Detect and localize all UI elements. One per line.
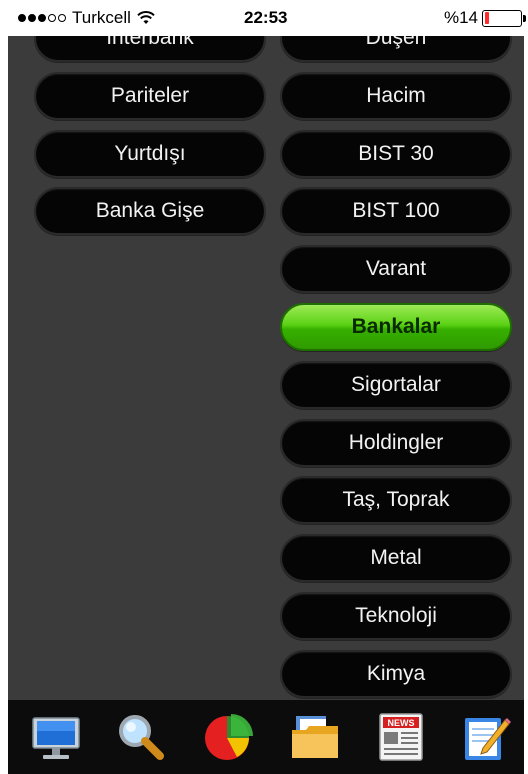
menu-button-label: İnterbank [106, 36, 194, 49]
signal-dot [38, 14, 46, 22]
tab-folder[interactable] [285, 708, 345, 766]
signal-dot [58, 14, 66, 22]
left-menu-button[interactable]: Pariteler [34, 71, 266, 120]
right-menu-button[interactable]: Kimya [280, 649, 512, 698]
right-menu-button[interactable]: Metal [280, 534, 512, 583]
menu-panel[interactable]: İnterbank Pariteler Yurtdışı Banka Gişe Düş… [8, 36, 524, 700]
right-menu-button[interactable]: Hacim [280, 71, 512, 120]
menu-button-label: Teknoloji [355, 604, 437, 627]
signal-dot [28, 14, 36, 22]
signal-dot [48, 14, 56, 22]
tab-bar: NEWS [8, 700, 524, 774]
pie-chart-icon [205, 714, 253, 760]
right-menu-button[interactable]: Varant [280, 245, 512, 294]
menu-button-label: Taş, Toprak [342, 488, 450, 512]
signal-dot [18, 14, 26, 22]
tab-monitor[interactable] [26, 708, 86, 766]
news-label: NEWS [388, 718, 415, 728]
menu-button-label: Pariteler [110, 83, 190, 107]
right-menu-button[interactable]: Sigortalar [280, 360, 512, 409]
menu-button-label: Hacim [366, 83, 426, 107]
tab-pie-chart[interactable] [198, 708, 258, 766]
folder-icon [292, 716, 338, 758]
right-menu-button[interactable]: BIST 30 [280, 129, 512, 178]
status-bar: Turkcell 22:53 %14 [0, 0, 528, 36]
menu-button-label: Kimya [366, 661, 426, 685]
menu-button-label: Yurtdışı [114, 141, 186, 165]
status-right: %14 [443, 8, 526, 28]
battery-tip [523, 14, 526, 22]
menu-button-label: BIST 30 [358, 141, 434, 165]
tab-search[interactable] [111, 708, 171, 766]
left-menu-button[interactable]: Banka Gişe [34, 187, 266, 236]
right-menu-button[interactable]: Düşen [280, 36, 512, 62]
right-menu-button[interactable]: Taş, Toprak [280, 476, 512, 525]
menu-button-label: Bankalar [351, 315, 441, 338]
status-left: Turkcell [18, 8, 155, 28]
monitor-icon [32, 717, 80, 759]
tab-notepad[interactable] [456, 708, 516, 766]
menu-button-label: BIST 100 [352, 199, 440, 223]
news-icon: NEWS [379, 713, 423, 761]
menu-button-label: Holdingler [348, 430, 444, 454]
notepad-icon [465, 718, 511, 760]
tab-news[interactable]: NEWS [371, 708, 431, 766]
battery-fill [484, 12, 490, 24]
status-time: 22:53 [244, 8, 288, 27]
right-menu-button[interactable]: Teknoloji [280, 592, 512, 640]
carrier-name: Turkcell [72, 8, 131, 27]
right-menu-button[interactable]: Bankalar [280, 303, 512, 351]
menu-button-label: Düşen [365, 36, 427, 49]
menu-button-label: Metal [370, 546, 422, 570]
right-menu-button[interactable]: Holdingler [280, 418, 512, 467]
left-menu-button[interactable]: Yurtdışı [34, 129, 266, 178]
magnifier-icon [119, 715, 164, 760]
battery-icon [482, 9, 526, 27]
right-menu-button[interactable]: BIST 100 [280, 187, 512, 236]
menu-button-label: Sigortalar [351, 372, 441, 396]
battery-percent: %14 [443, 8, 478, 27]
menu-button-label: Banka Gişe [95, 199, 205, 223]
left-menu-button[interactable]: İnterbank [34, 36, 266, 62]
wifi-icon [137, 11, 155, 24]
signal-strength-icon [18, 14, 66, 22]
menu-button-label: Varant [365, 257, 427, 281]
